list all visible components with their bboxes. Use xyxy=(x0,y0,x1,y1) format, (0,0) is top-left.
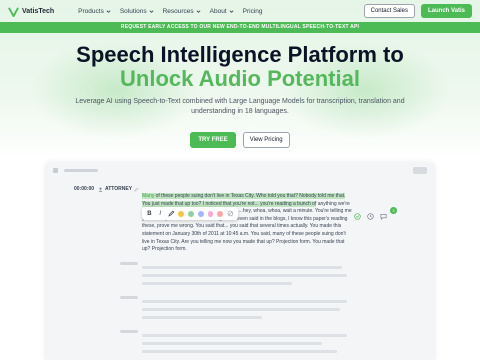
chevron-down-icon xyxy=(196,9,201,13)
formatting-toolbar: B I xyxy=(142,207,238,220)
color-swatch-blue[interactable] xyxy=(197,210,204,217)
color-swatch-yellow[interactable] xyxy=(178,210,185,217)
back-icon xyxy=(53,167,58,173)
menu-item-label: Solutions xyxy=(119,7,147,15)
speaker-label[interactable]: ATTORNEY xyxy=(98,186,139,192)
transcript-highlight: of these people suing don't live in Texa… xyxy=(142,193,346,207)
menu-item-label: Products xyxy=(78,7,104,15)
color-swatch-red[interactable] xyxy=(217,210,224,217)
segment-placeholder-line xyxy=(142,308,340,311)
segment-placeholder-line xyxy=(142,274,347,277)
segment-placeholder-label xyxy=(120,262,138,265)
launch-vatis-button[interactable]: Launch Vatis xyxy=(420,4,472,18)
logo[interactable]: VatisTech xyxy=(8,6,54,17)
hero-subtitle: Leverage AI using Speech-to-Text combine… xyxy=(75,98,405,115)
menu-item-pricing[interactable]: Pricing xyxy=(243,8,263,15)
main-menu: Products Solutions Resources About Prici… xyxy=(78,8,262,15)
speaker-person-icon xyxy=(98,187,103,192)
menu-item-label: Pricing xyxy=(242,7,263,15)
speaker-name: ATTORNEY xyxy=(105,186,133,192)
hero-title-line1: Speech Intelligence Platform to xyxy=(76,42,404,67)
top-nav: VatisTech Products Solutions Resources A… xyxy=(0,0,480,22)
chevron-down-icon xyxy=(106,9,111,13)
app-preview-toolbar xyxy=(45,162,435,178)
logo-text: VatisTech xyxy=(22,7,55,15)
transcript-current-word: Many xyxy=(142,193,155,199)
segment-placeholder-label xyxy=(120,330,138,333)
chevron-down-icon xyxy=(149,9,154,13)
menu-item-label: Resources xyxy=(162,7,194,15)
app-action-placeholder xyxy=(413,166,427,174)
check-circle-icon[interactable] xyxy=(354,213,361,220)
italic-button[interactable]: I xyxy=(157,211,164,217)
segment-placeholder-label xyxy=(120,296,138,299)
clock-icon[interactable] xyxy=(367,213,374,220)
segment-placeholder-line xyxy=(142,342,322,345)
clear-format-icon[interactable] xyxy=(227,210,234,217)
comment-icon[interactable] xyxy=(380,213,387,220)
menu-item-products[interactable]: Products xyxy=(78,8,111,15)
try-free-button[interactable]: TRY FREE xyxy=(190,132,236,148)
early-access-banner[interactable]: REQUEST EARLY ACCESS TO OUR NEW END-TO-E… xyxy=(0,22,480,33)
menu-item-resources[interactable]: Resources xyxy=(163,8,201,15)
bold-button[interactable]: B xyxy=(146,211,153,217)
menu-item-label: About xyxy=(209,7,227,15)
view-pricing-button[interactable]: View Pricing xyxy=(242,132,290,148)
segment-placeholder-line xyxy=(142,282,292,285)
transcript-text[interactable]: Many of these people suing don't live in… xyxy=(142,193,352,254)
highlighter-icon[interactable] xyxy=(167,210,175,217)
contact-sales-button[interactable]: Contact Sales xyxy=(363,4,415,18)
comment-count-badge: 3 xyxy=(390,207,397,214)
menu-item-solutions[interactable]: Solutions xyxy=(120,8,154,15)
color-swatch-green[interactable] xyxy=(188,210,194,217)
color-swatch-pink[interactable] xyxy=(207,210,214,217)
segment-placeholder-line xyxy=(142,266,342,269)
menu-item-about[interactable]: About xyxy=(210,8,234,15)
chevron-down-icon xyxy=(229,9,234,13)
vatis-logo-icon xyxy=(8,6,19,17)
segment-placeholder-line xyxy=(142,316,262,319)
segment-placeholder-line xyxy=(142,350,337,353)
edit-icon[interactable] xyxy=(134,187,139,192)
segment-timestamp[interactable]: 00:00:00 xyxy=(74,186,94,192)
document-title-placeholder xyxy=(64,168,98,172)
segment-placeholder-line xyxy=(142,300,347,303)
segment-placeholder-line xyxy=(142,334,347,337)
hero-title-line2: Unlock Audio Potential xyxy=(120,66,360,91)
